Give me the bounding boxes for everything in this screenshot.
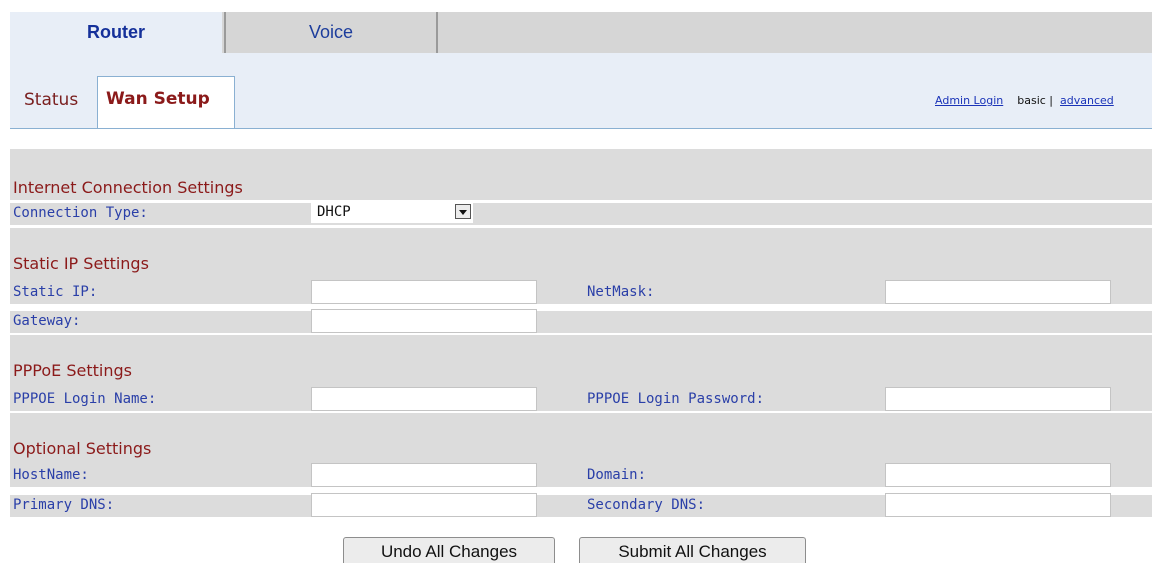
section-title-pppoe: PPPoE Settings: [13, 361, 132, 380]
domain-label: Domain:: [587, 467, 647, 483]
internet-section-band: Internet Connection Settings: [10, 178, 1152, 200]
gateway-input[interactable]: [311, 309, 537, 333]
section-title-internet: Internet Connection Settings: [13, 178, 243, 197]
pppoe-section-band: PPPoE Settings: [10, 335, 1152, 390]
netmask-input[interactable]: [885, 280, 1111, 304]
subtab-wan-setup[interactable]: Wan Setup: [97, 76, 235, 130]
view-separator: |: [1049, 94, 1054, 107]
pppoe-login-password-input[interactable]: [885, 387, 1111, 411]
row-hostname: HostName: Domain:: [10, 463, 1152, 487]
wan-setup-form: Internet Connection Settings Connection …: [10, 129, 1152, 537]
row-connection-type: Connection Type: DHCP: [10, 201, 1152, 225]
optional-section-band: Optional Settings: [10, 413, 1152, 465]
connection-type-value: DHCP: [317, 204, 351, 220]
sub-navigation: Status Wan Setup Admin Login basic | adv…: [10, 53, 1152, 130]
hostname-input[interactable]: [311, 463, 537, 487]
secondary-dns-input[interactable]: [885, 493, 1111, 517]
connection-type-select[interactable]: DHCP: [311, 201, 473, 223]
tab-voice[interactable]: Voice: [224, 12, 438, 53]
primary-dns-input[interactable]: [311, 493, 537, 517]
subtab-status[interactable]: Status: [24, 90, 78, 110]
subtab-wan-setup-label: Wan Setup: [106, 89, 210, 109]
row-static-ip: Static IP: NetMask:: [10, 280, 1152, 304]
row-dns: Primary DNS: Secondary DNS:: [10, 493, 1152, 517]
static-ip-input[interactable]: [311, 280, 537, 304]
domain-input[interactable]: [885, 463, 1111, 487]
basic-view-label: basic: [1017, 94, 1046, 107]
admin-links: Admin Login basic | advanced: [935, 94, 1114, 107]
advanced-view-link[interactable]: advanced: [1060, 94, 1114, 107]
hostname-label: HostName:: [13, 467, 89, 483]
gateway-label: Gateway:: [13, 313, 81, 329]
pppoe-login-password-label: PPPOE Login Password:: [587, 391, 765, 407]
section-title-static: Static IP Settings: [13, 254, 149, 273]
connection-type-label: Connection Type:: [13, 205, 148, 221]
undo-all-changes-button[interactable]: Undo All Changes: [343, 537, 555, 563]
netmask-label: NetMask:: [587, 284, 655, 300]
row-pppoe-login: PPPOE Login Name: PPPOE Login Password:: [10, 387, 1152, 411]
secondary-dns-label: Secondary DNS:: [587, 497, 706, 513]
submit-all-changes-button[interactable]: Submit All Changes: [579, 537, 806, 563]
header-band: [10, 149, 1152, 180]
static-section-band: Static IP Settings: [10, 228, 1152, 283]
top-tab-bar: Router Voice: [10, 12, 1152, 53]
admin-login-link[interactable]: Admin Login: [935, 94, 1003, 107]
pppoe-login-name-input[interactable]: [311, 387, 537, 411]
static-ip-label: Static IP:: [13, 284, 98, 300]
chevron-down-icon[interactable]: [455, 204, 471, 219]
tab-router[interactable]: Router: [10, 12, 222, 53]
row-gateway: Gateway:: [10, 309, 1152, 333]
section-title-optional: Optional Settings: [13, 439, 152, 458]
pppoe-login-name-label: PPPOE Login Name:: [13, 391, 157, 407]
primary-dns-label: Primary DNS:: [13, 497, 115, 513]
